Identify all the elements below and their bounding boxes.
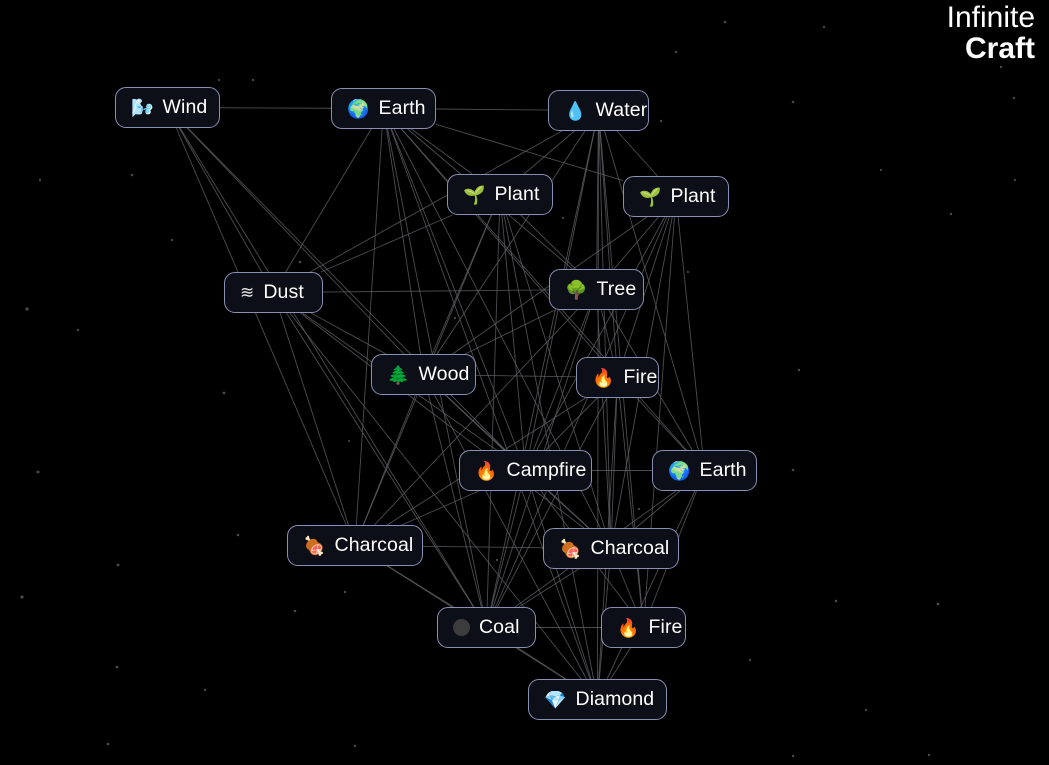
element-node-label: Coal — [479, 615, 520, 638]
fire-emoji: 🔥 — [617, 617, 640, 638]
wavy-dust-icon: ≋ — [240, 283, 255, 302]
element-node-diamond[interactable]: 💎 Diamond — [528, 679, 667, 720]
seedling-emoji: 🌱 — [463, 184, 486, 205]
element-node-label: Water — [595, 98, 648, 121]
element-node-label: Earth — [699, 458, 747, 481]
element-node-label: Wood — [418, 362, 470, 385]
element-node-wind[interactable]: 🌬️ Wind — [115, 87, 220, 128]
element-node-dust[interactable]: ≋ Dust — [224, 272, 323, 313]
element-node-label: Earth — [378, 96, 426, 119]
element-node-label: Dust — [263, 280, 304, 303]
element-node-charcoal2[interactable]: 🍖 Charcoal — [543, 528, 679, 569]
element-node-fire2[interactable]: 🔥 Fire — [601, 607, 686, 648]
deciduous-tree-emoji: 🌳 — [565, 279, 588, 300]
black-circle-icon — [453, 619, 470, 636]
meat-on-bone-emoji: 🍖 — [559, 538, 582, 559]
element-node-label: Plant — [494, 182, 540, 205]
game-logo: Infinite Craft — [947, 2, 1035, 64]
element-node-label: Charcoal — [334, 533, 414, 556]
meat-on-bone-emoji: 🍖 — [303, 535, 326, 556]
element-node-label: Tree — [596, 277, 637, 300]
logo-line-infinite: Infinite — [946, 1, 1035, 34]
element-node-label: Diamond — [575, 687, 655, 710]
element-node-plant2[interactable]: 🌱 Plant — [623, 176, 729, 217]
evergreen-tree-emoji: 🌲 — [387, 364, 410, 385]
earth-globe-emoji: 🌍 — [668, 460, 691, 481]
earth-globe-emoji: 🌍 — [347, 98, 370, 119]
element-node-tree[interactable]: 🌳 Tree — [549, 269, 644, 310]
logo-line-craft: Craft — [964, 32, 1035, 65]
element-node-earth2[interactable]: 🌍 Earth — [652, 450, 757, 491]
infinite-craft-canvas[interactable]: 🌬️ Wind 🌍 Earth 💧 Water 🌱 Plant 🌱 Plant ≋ Dust 🌳 Tree… — [0, 0, 1049, 765]
fire-emoji: 🔥 — [475, 460, 498, 481]
element-node-layer: 🌬️ Wind 🌍 Earth 💧 Water 🌱 Plant 🌱 Plant ≋ Dust 🌳 Tree… — [0, 0, 1049, 765]
element-node-label: Fire — [623, 365, 658, 388]
gem-stone-emoji: 💎 — [544, 689, 567, 710]
element-node-label: Campfire — [506, 458, 587, 481]
element-node-charcoal1[interactable]: 🍖 Charcoal — [287, 525, 423, 566]
element-node-coal[interactable]: Coal — [437, 607, 536, 648]
element-node-label: Plant — [670, 184, 716, 207]
element-node-label: Fire — [648, 615, 683, 638]
element-node-water[interactable]: 💧 Water — [548, 90, 649, 131]
element-node-campfire[interactable]: 🔥 Campfire — [459, 450, 592, 491]
droplet-emoji: 💧 — [564, 100, 587, 121]
fire-emoji: 🔥 — [592, 367, 615, 388]
element-node-plant1[interactable]: 🌱 Plant — [447, 174, 553, 215]
element-node-earth1[interactable]: 🌍 Earth — [331, 88, 436, 129]
element-node-label: Charcoal — [590, 536, 670, 559]
element-node-label: Wind — [162, 95, 208, 118]
element-node-fire1[interactable]: 🔥 Fire — [576, 357, 659, 398]
seedling-emoji: 🌱 — [639, 186, 662, 207]
element-node-wood[interactable]: 🌲 Wood — [371, 354, 476, 395]
wind-face-emoji: 🌬️ — [131, 97, 154, 118]
